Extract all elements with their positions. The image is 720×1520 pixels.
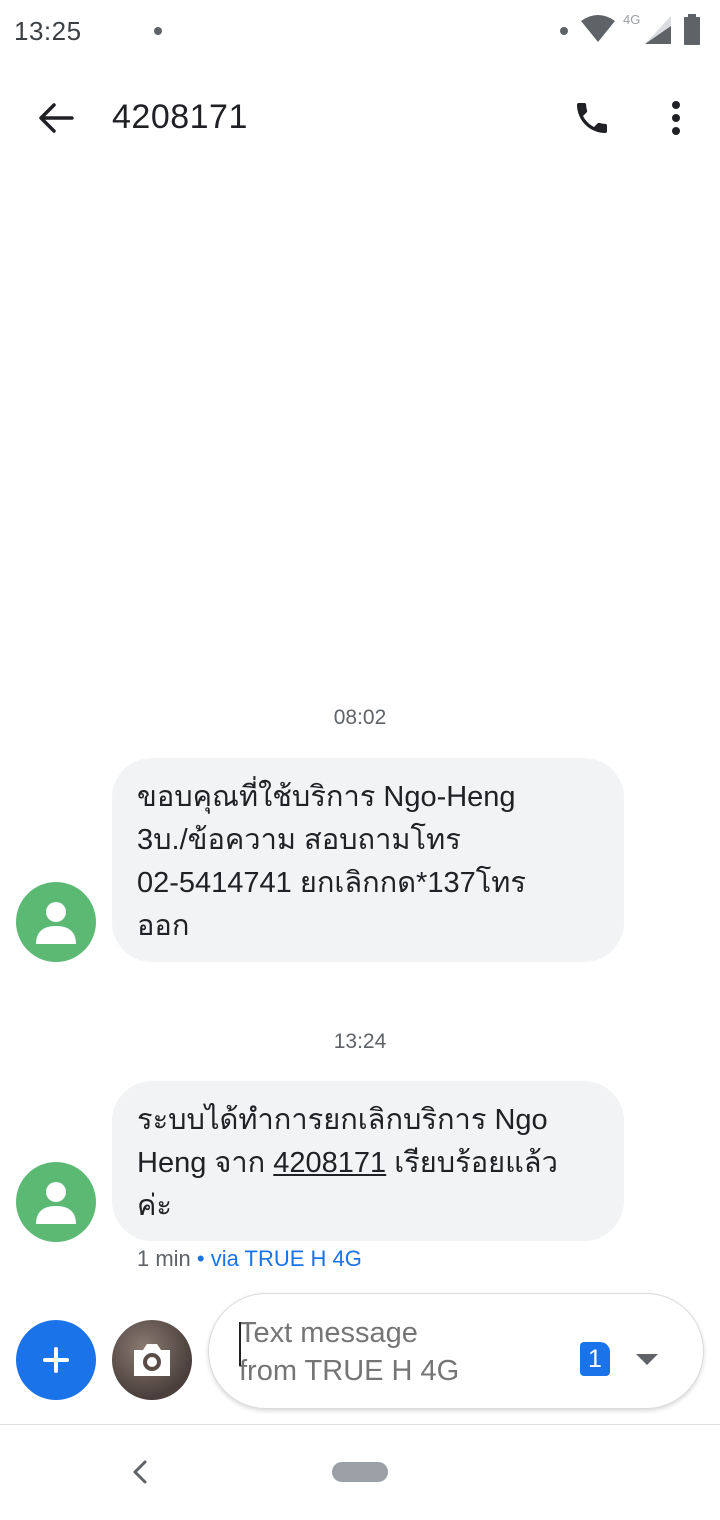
app-bar: 4208171 xyxy=(0,64,720,176)
more-vert-icon xyxy=(672,101,680,135)
message-bubble[interactable]: ระบบได้ทำการยกเลิกบริการ Ngo Heng จาก 42… xyxy=(112,1081,624,1241)
conversation-title: 4208171 xyxy=(112,98,248,136)
status-time: 13:25 xyxy=(14,16,82,46)
battery-icon xyxy=(684,14,700,45)
message-via: • via TRUE H 4G xyxy=(190,1246,362,1271)
signal-icon xyxy=(645,16,671,44)
notification-dot-icon xyxy=(154,27,162,35)
person-icon xyxy=(36,902,76,944)
text-cursor xyxy=(239,1322,241,1366)
network-type-label: 4G xyxy=(623,12,641,27)
message-line: 3บ./ข้อความ สอบถามโทร xyxy=(137,824,461,856)
message-line: ระบบได้ทำการยกเลิกบริการ Ngo xyxy=(137,1104,548,1136)
camera-button[interactable] xyxy=(112,1320,192,1400)
status-dot-icon xyxy=(560,27,568,35)
message-bubble[interactable]: ขอบคุณที่ใช้บริการ Ngo-Heng 3บ./ข้อความ … xyxy=(112,758,624,962)
camera-icon xyxy=(134,1344,170,1376)
person-icon xyxy=(36,1182,76,1224)
sim-selector-badge[interactable]: 1 xyxy=(580,1342,610,1376)
message-text: Heng จาก xyxy=(137,1147,274,1179)
sim-dropdown-button[interactable] xyxy=(629,1346,665,1374)
nav-back-icon xyxy=(133,1460,147,1484)
message-line: 02-5414741 ยกเลิกกด*137โทร xyxy=(137,867,526,899)
message-text: เรียบร้อยแล้ว xyxy=(386,1147,558,1179)
nav-back-button[interactable] xyxy=(118,1452,162,1492)
message-timestamp: 13:24 xyxy=(333,1030,387,1053)
back-arrow-icon xyxy=(39,103,74,133)
nav-home-pill[interactable] xyxy=(332,1462,388,1482)
message-age: 1 min xyxy=(137,1246,191,1271)
dropdown-arrow-icon xyxy=(636,1354,658,1365)
phone-icon xyxy=(577,103,607,133)
contact-avatar[interactable] xyxy=(16,882,96,962)
message-timestamp: 08:02 xyxy=(333,706,387,729)
message-line: ค่ะ xyxy=(137,1190,172,1222)
nav-divider xyxy=(0,1424,720,1425)
back-button[interactable] xyxy=(26,88,86,148)
add-attachment-button[interactable] xyxy=(16,1320,96,1400)
call-button[interactable] xyxy=(562,88,622,148)
phone-number-link[interactable]: 4208171 xyxy=(273,1147,386,1179)
message-input[interactable] xyxy=(239,1314,559,1394)
message-line: ออก xyxy=(137,910,190,942)
compose-box[interactable]: 1 xyxy=(208,1293,704,1409)
more-options-button[interactable] xyxy=(648,88,704,148)
message-line: Heng จาก 4208171 เรียบร้อยแล้ว xyxy=(137,1142,600,1185)
add-icon xyxy=(43,1347,69,1373)
contact-avatar[interactable] xyxy=(16,1162,96,1242)
message-status: 1 min • via TRUE H 4G xyxy=(137,1246,362,1272)
wifi-icon xyxy=(581,15,615,42)
message-line: ขอบคุณที่ใช้บริการ Ngo-Heng xyxy=(137,781,516,813)
status-bar: 13:25 4G xyxy=(0,0,720,64)
